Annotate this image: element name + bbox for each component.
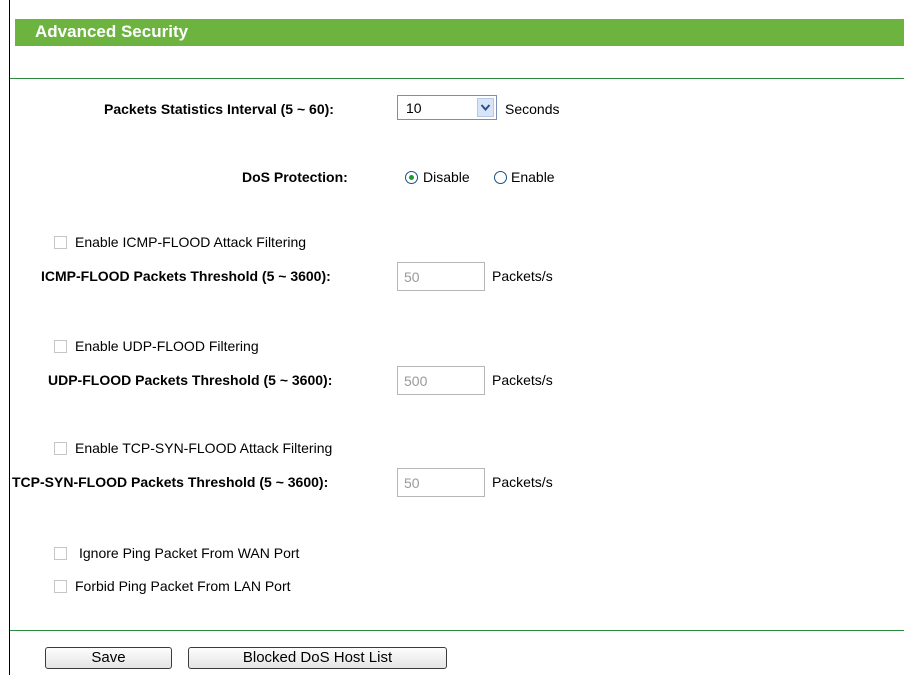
forbid-lan-ping-checkbox[interactable] <box>54 580 67 593</box>
udp-threshold-input[interactable]: 500 <box>397 366 485 395</box>
tcp-filter-label: Enable TCP-SYN-FLOOD Attack Filtering <box>75 440 333 456</box>
top-divider <box>10 78 904 79</box>
page-title-bar: Advanced Security <box>15 19 904 46</box>
packets-interval-label: Packets Statistics Interval (5 ~ 60): <box>104 101 334 117</box>
icmp-threshold-unit: Packets/s <box>492 268 553 284</box>
tcp-filter-checkbox[interactable] <box>54 442 67 455</box>
icmp-filter-checkbox[interactable] <box>54 236 67 249</box>
page-title: Advanced Security <box>35 22 189 41</box>
icmp-threshold-label: ICMP-FLOOD Packets Threshold (5 ~ 3600): <box>41 268 331 284</box>
packets-interval-select[interactable]: 10 <box>397 95 497 120</box>
packets-interval-unit: Seconds <box>505 101 560 117</box>
tcp-threshold-unit: Packets/s <box>492 474 553 490</box>
tcp-threshold-label: TCP-SYN-FLOOD Packets Threshold (5 ~ 360… <box>12 474 329 490</box>
icmp-filter-label: Enable ICMP-FLOOD Attack Filtering <box>75 234 307 250</box>
udp-filter-checkbox[interactable] <box>54 340 67 353</box>
blocked-dos-host-list-button[interactable]: Blocked DoS Host List <box>188 647 447 669</box>
forbid-lan-ping-label: Forbid Ping Packet From LAN Port <box>75 578 291 594</box>
udp-threshold-unit: Packets/s <box>492 372 553 388</box>
tcp-threshold-input[interactable]: 50 <box>397 468 485 497</box>
dos-enable-radio[interactable] <box>494 171 507 184</box>
dos-protection-label: DoS Protection: <box>242 169 348 185</box>
bottom-divider <box>10 630 904 631</box>
left-frame-border <box>9 0 10 675</box>
dos-enable-label: Enable <box>511 169 555 185</box>
ignore-wan-ping-checkbox[interactable] <box>54 547 67 560</box>
dos-disable-radio[interactable] <box>405 171 418 184</box>
icmp-threshold-input[interactable]: 50 <box>397 262 485 291</box>
chevron-down-icon[interactable] <box>477 98 494 117</box>
save-button[interactable]: Save <box>45 647 172 669</box>
udp-filter-label: Enable UDP-FLOOD Filtering <box>75 338 259 354</box>
ignore-wan-ping-label: Ignore Ping Packet From WAN Port <box>79 545 300 561</box>
dos-disable-label: Disable <box>423 169 470 185</box>
udp-threshold-label: UDP-FLOOD Packets Threshold (5 ~ 3600): <box>48 372 333 388</box>
packets-interval-value: 10 <box>406 100 422 116</box>
